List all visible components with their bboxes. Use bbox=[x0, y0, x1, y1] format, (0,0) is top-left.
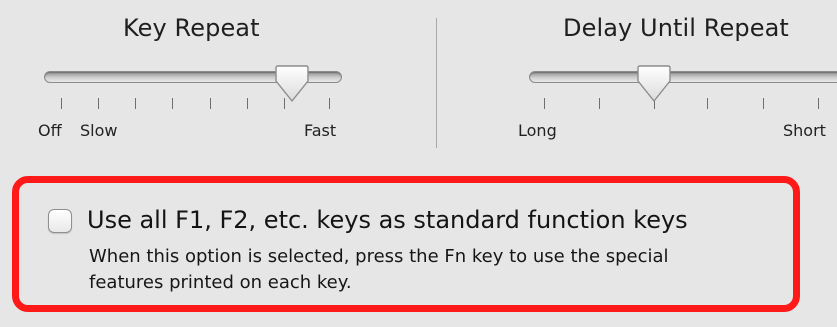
slider-thumb-icon bbox=[637, 65, 671, 102]
key-repeat-label-slow: Slow bbox=[80, 121, 118, 140]
keyboard-preferences-panel: Key Repeat Off Slow Fast Delay Until Rep… bbox=[0, 0, 837, 327]
key-repeat-tick bbox=[135, 98, 136, 109]
key-repeat-tick bbox=[210, 98, 211, 109]
delay-tick bbox=[707, 98, 708, 109]
delay-slider-thumb[interactable] bbox=[634, 65, 674, 105]
function-keys-checkbox[interactable] bbox=[48, 209, 72, 233]
function-keys-description-line2: features printed on each key. bbox=[89, 272, 352, 293]
delay-tick bbox=[763, 98, 764, 109]
delay-tick bbox=[544, 98, 545, 109]
key-repeat-tick bbox=[172, 98, 173, 109]
delay-tick bbox=[599, 98, 600, 109]
key-repeat-label-off: Off bbox=[38, 121, 62, 140]
slider-thumb-icon bbox=[275, 65, 309, 102]
key-repeat-tick bbox=[98, 98, 99, 109]
function-keys-checkbox-label[interactable]: Use all F1, F2, etc. keys as standard fu… bbox=[87, 206, 688, 234]
function-keys-description-line1: When this option is selected, press the … bbox=[89, 246, 669, 267]
delay-label-short: Short bbox=[783, 121, 826, 140]
key-repeat-tick bbox=[247, 98, 248, 109]
key-repeat-slider-thumb[interactable] bbox=[272, 65, 312, 105]
delay-slider-track[interactable] bbox=[529, 71, 837, 83]
key-repeat-tick bbox=[329, 98, 330, 109]
delay-tick bbox=[818, 98, 819, 109]
delay-label-long: Long bbox=[518, 121, 557, 140]
section-divider bbox=[436, 18, 437, 148]
delay-ticks bbox=[544, 98, 834, 110]
delay-until-repeat-title: Delay Until Repeat bbox=[563, 14, 789, 42]
key-repeat-title: Key Repeat bbox=[123, 14, 260, 42]
key-repeat-tick bbox=[61, 98, 62, 109]
key-repeat-label-fast: Fast bbox=[304, 121, 337, 140]
